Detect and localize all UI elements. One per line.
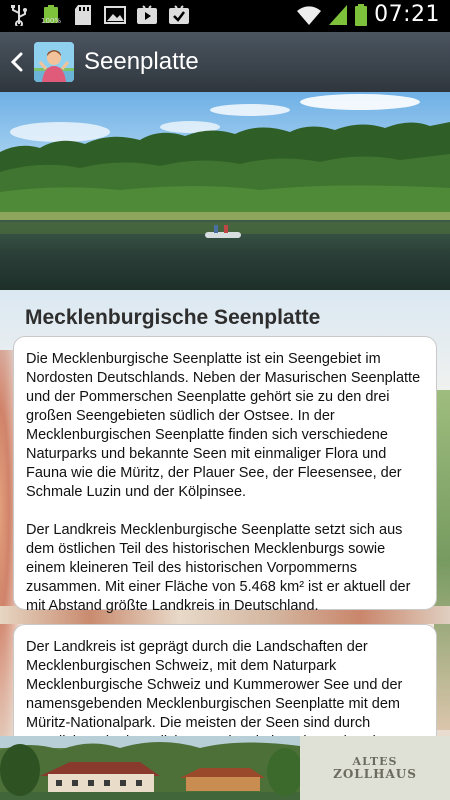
text-card: Die Mecklenburgische Seenplatte ist ein …: [13, 336, 437, 614]
signal-icon: [328, 4, 348, 26]
screen-title: Seenplatte: [84, 48, 199, 75]
battery-label: 100%: [40, 17, 61, 25]
battery-full-icon: 100%: [40, 4, 62, 26]
hero-lake-image: [0, 92, 450, 290]
image-icon: [104, 4, 126, 26]
logo-text-line2: ZOLLHAUS: [333, 767, 417, 781]
app-icon[interactable]: [34, 42, 74, 82]
paragraph: Der Landkreis ist geprägt durch die Land…: [26, 639, 403, 736]
chevron-left-icon: [10, 52, 23, 72]
ad-banner[interactable]: ALTES ZOLLHAUS: [0, 736, 450, 800]
wifi-icon: [296, 4, 322, 26]
banner-photo: [0, 736, 303, 800]
back-button[interactable]: [0, 32, 34, 92]
article-content[interactable]: Mecklenburgische Seenplatte Die Mecklenb…: [0, 290, 450, 736]
usb-icon: [8, 4, 30, 26]
banner-logo: ALTES ZOLLHAUS: [300, 736, 450, 800]
system-icons: 07:21: [296, 2, 440, 27]
status-bar: 100% 07:21: [0, 0, 450, 32]
article-heading: Mecklenburgische Seenplatte: [25, 306, 321, 329]
battery-icon: [354, 3, 368, 26]
play-store-icon: [136, 4, 158, 26]
action-bar: Seenplatte: [0, 32, 450, 92]
clock: 07:21: [374, 2, 440, 27]
paragraph: Die Mecklenburgische Seenplatte ist ein …: [26, 351, 421, 500]
notification-icons: 100%: [8, 4, 190, 26]
checklist-icon: [168, 4, 190, 26]
paragraph: Der Landkreis Mecklenburgische Seenplatt…: [26, 522, 411, 614]
text-card: Der Landkreis ist geprägt durch die Land…: [13, 624, 437, 736]
sd-card-icon: [72, 4, 94, 26]
